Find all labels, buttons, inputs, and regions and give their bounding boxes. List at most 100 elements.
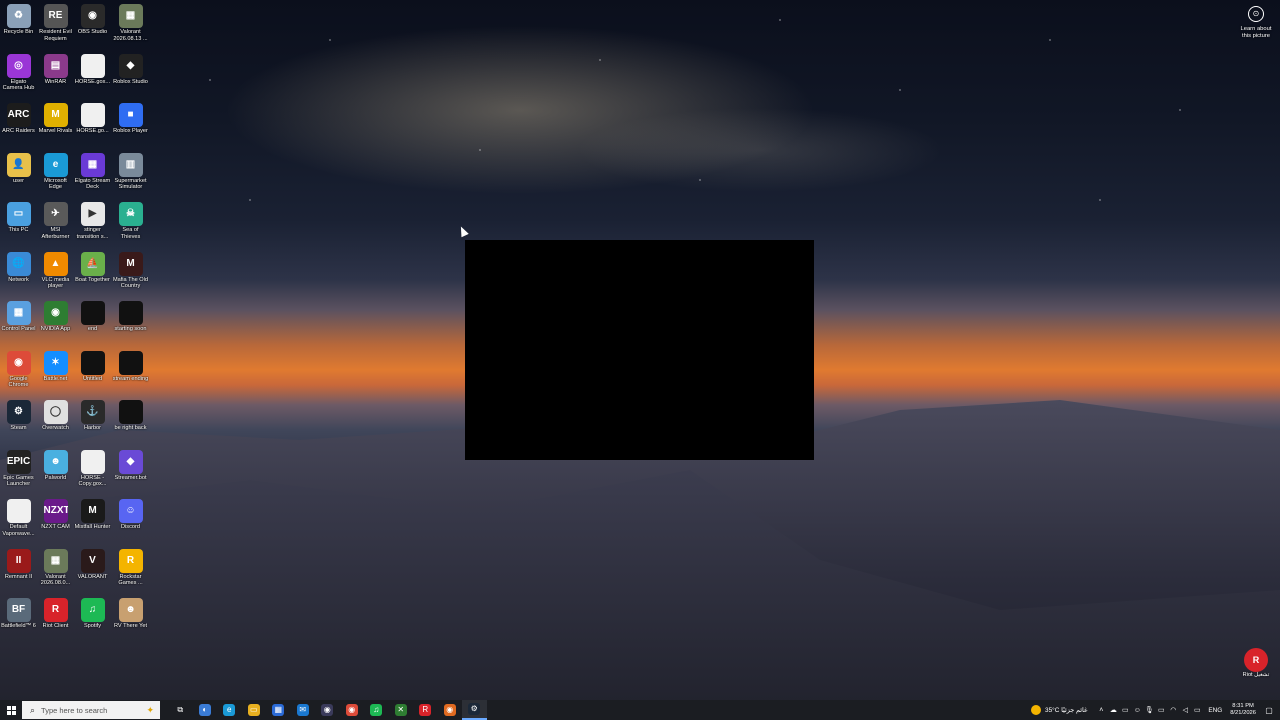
desktop-icon[interactable]: ▦ Elgato Stream Deck <box>74 151 111 201</box>
desktop-icon[interactable]: EPIC Epic Games Launcher <box>0 448 37 498</box>
display-icon[interactable]: ▭ <box>1155 706 1167 714</box>
desktop-icon[interactable]: HORSE - Copy.gox... <box>74 448 111 498</box>
search-icon: ⌕ <box>30 704 36 715</box>
desktop-icon[interactable]: ▦ Valorant 2026.08.13 ... <box>112 2 149 52</box>
taskbar-app-riot[interactable]: R <box>413 700 438 720</box>
desktop-icon[interactable]: RE Resident Evil Requiem <box>37 2 74 52</box>
desktop-icon[interactable]: HORSE.go... <box>74 101 111 151</box>
taskbar-app-steam[interactable]: ⚙ <box>462 700 487 720</box>
taskbar-app-store[interactable]: ▦ <box>266 700 291 720</box>
learn-about-picture-button[interactable]: ⊙ Learn about this picture <box>1236 6 1276 40</box>
desktop-icon[interactable]: starting soon <box>112 299 149 349</box>
taskbar-app-chrome-2[interactable]: ◉ <box>438 700 463 720</box>
desktop-icon[interactable]: Untitled <box>74 349 111 399</box>
desktop-icon[interactable]: ▥ Supermarket Simulator <box>112 151 149 201</box>
taskbar-app-mail[interactable]: ✉ <box>291 700 316 720</box>
control-panel-icon: ▦ <box>6 301 31 325</box>
windows-logo-icon <box>6 705 16 715</box>
desktop-icon[interactable]: NZXT NZXT CAM <box>37 497 74 547</box>
weather-widget[interactable]: 35°C غائم جزئيًا <box>1031 705 1087 715</box>
desktop-icon[interactable]: BF Battlefield™ 6 <box>0 596 37 646</box>
desktop-icon[interactable]: end <box>74 299 111 349</box>
desktop-icon[interactable]: ▦ Valorant 2026.08.0... <box>37 547 74 597</box>
desktop-icon[interactable]: ▤ WinRAR <box>37 52 74 102</box>
taskbar-app-edge[interactable]: e <box>217 700 242 720</box>
discord-tray-icon[interactable]: ☺ <box>1131 707 1143 714</box>
taskbar-clock[interactable]: 8:31 PM 8/21/2026 <box>1230 703 1256 717</box>
desktop-icon-label: stinger transition s... <box>76 227 109 240</box>
desktop-icon[interactable]: ♫ Spotify <box>74 596 111 646</box>
file-icon <box>80 449 105 474</box>
black-window[interactable] <box>465 240 814 460</box>
desktop-icon[interactable]: 👤 user <box>0 151 37 201</box>
show-hidden-icons-icon[interactable]: ˄ <box>1095 707 1107 714</box>
desktop-icon[interactable]: ⛵ Boat Together <box>74 250 111 300</box>
desktop-icon[interactable]: ARC ARC Raiders <box>0 101 37 151</box>
desktop-icon[interactable]: ☠ Sea of Thieves <box>112 200 149 250</box>
desktop-icon[interactable]: ☻ RV There Yet <box>112 596 149 646</box>
microphone-icon[interactable]: 🎙 <box>1143 706 1155 714</box>
taskbar-app-file-explorer[interactable]: ▭ <box>242 700 267 720</box>
desktop-icon[interactable]: ■ Roblox Player <box>112 101 149 151</box>
volume-icon[interactable]: ◁ <box>1179 706 1191 714</box>
desktop-icon-label: VLC media player <box>41 276 70 290</box>
overwatch-icon: ◯ <box>43 400 68 424</box>
taskbar-app-copilot[interactable]: ◐ <box>193 700 218 720</box>
desktop-icon[interactable]: ▲ VLC media player <box>37 250 74 300</box>
desktop-icon-label: Overwatch <box>42 425 69 431</box>
sea-of-thieves-icon: ☠ <box>118 202 143 226</box>
desktop-icon[interactable]: ◎ Elgato Camera Hub <box>0 52 37 102</box>
desktop-icon[interactable]: V VALORANT <box>74 547 111 597</box>
taskbar-app-obs[interactable]: ◉ <box>315 700 340 720</box>
desktop-icon[interactable]: ☺ Discord <box>112 497 149 547</box>
desktop-icon[interactable]: R Riot Client <box>37 596 74 646</box>
taskbar-app-task-view[interactable]: ⧉ <box>168 700 193 720</box>
desktop-icon[interactable]: ◯ Overwatch <box>37 398 74 448</box>
desktop-icon[interactable]: R Rockstar Games ... <box>112 547 149 597</box>
taskbar-search-box[interactable]: ⌕ Type here to search ✦ <box>22 701 160 719</box>
desktop-icon-label: This PC <box>8 227 29 233</box>
file-explorer-icon: ▭ <box>247 704 260 716</box>
desktop-icon[interactable]: ⚙ Steam <box>0 398 37 448</box>
desktop-icon[interactable]: ◉ OBS Studio <box>74 2 111 52</box>
desktop-icon[interactable]: ✈ MSI Afterburner <box>37 200 74 250</box>
desktop-icon[interactable]: M Mistfall Hunter <box>74 497 111 547</box>
desktop-icon[interactable]: ◉ NVIDIA App <box>37 299 74 349</box>
desktop-icon[interactable]: e Microsoft Edge <box>37 151 74 201</box>
desktop-icon[interactable]: ▶ stinger transition s... <box>74 200 111 250</box>
desktop-icon[interactable]: be right back <box>112 398 149 448</box>
desktop-icon[interactable]: ◆ Streamer.bot <box>112 448 149 498</box>
desktop-icon[interactable]: ☻ Palworld <box>37 448 74 498</box>
desktop-icon[interactable]: ♻ Recycle Bin <box>0 2 37 52</box>
desktop-icon[interactable]: stream ending <box>112 349 149 399</box>
desktop-icon[interactable]: ▦ Control Panel <box>0 299 37 349</box>
desktop-icon[interactable]: M Marvel Rivals <box>37 101 74 151</box>
input-language[interactable]: ENG <box>1208 707 1222 714</box>
riot-shortcut[interactable]: R Riot تشغيل <box>1238 648 1274 679</box>
network-tray-icon[interactable]: ▭ <box>1119 706 1131 714</box>
taskbar-app-spotify[interactable]: ♫ <box>364 700 389 720</box>
microsoft-edge-icon: e <box>223 704 236 716</box>
start-button[interactable] <box>0 700 22 720</box>
desktop-icon[interactable]: ◉ Google Chrome <box>0 349 37 399</box>
desktop-icon[interactable]: M Mafia The Old Country <box>112 250 149 300</box>
desktop-icon[interactable]: Default Vaporwave... <box>0 497 37 547</box>
desktop-icon[interactable]: ◆ Roblox Studio <box>112 52 149 102</box>
wifi-icon[interactable]: ◠ <box>1167 706 1179 714</box>
taskbar-app-xbox[interactable]: ✕ <box>389 700 414 720</box>
desktop-icon[interactable]: 🌐 Network <box>0 250 37 300</box>
desktop-icon[interactable]: ✶ Battle.net <box>37 349 74 399</box>
desktop-icon-label: user <box>13 177 24 184</box>
desktop-icon[interactable]: HORSE.gox... <box>74 52 111 102</box>
desktop-icon[interactable]: II Remnant II <box>0 547 37 597</box>
discord-icon: ☺ <box>118 499 143 523</box>
valorant-clip-icon: ▦ <box>118 4 143 28</box>
desktop-icon[interactable]: ▭ This PC <box>0 200 37 250</box>
battery-icon[interactable]: ▭ <box>1191 706 1203 714</box>
notification-icon[interactable]: ▢ <box>1262 706 1276 715</box>
cloud-icon[interactable]: ☁ <box>1107 706 1119 714</box>
desktop-icon[interactable]: ⚓ Harbor <box>74 398 111 448</box>
video-file-icon <box>80 301 105 325</box>
desktop-icon-label: Steam <box>10 425 27 431</box>
taskbar-app-chrome[interactable]: ◉ <box>340 700 365 720</box>
